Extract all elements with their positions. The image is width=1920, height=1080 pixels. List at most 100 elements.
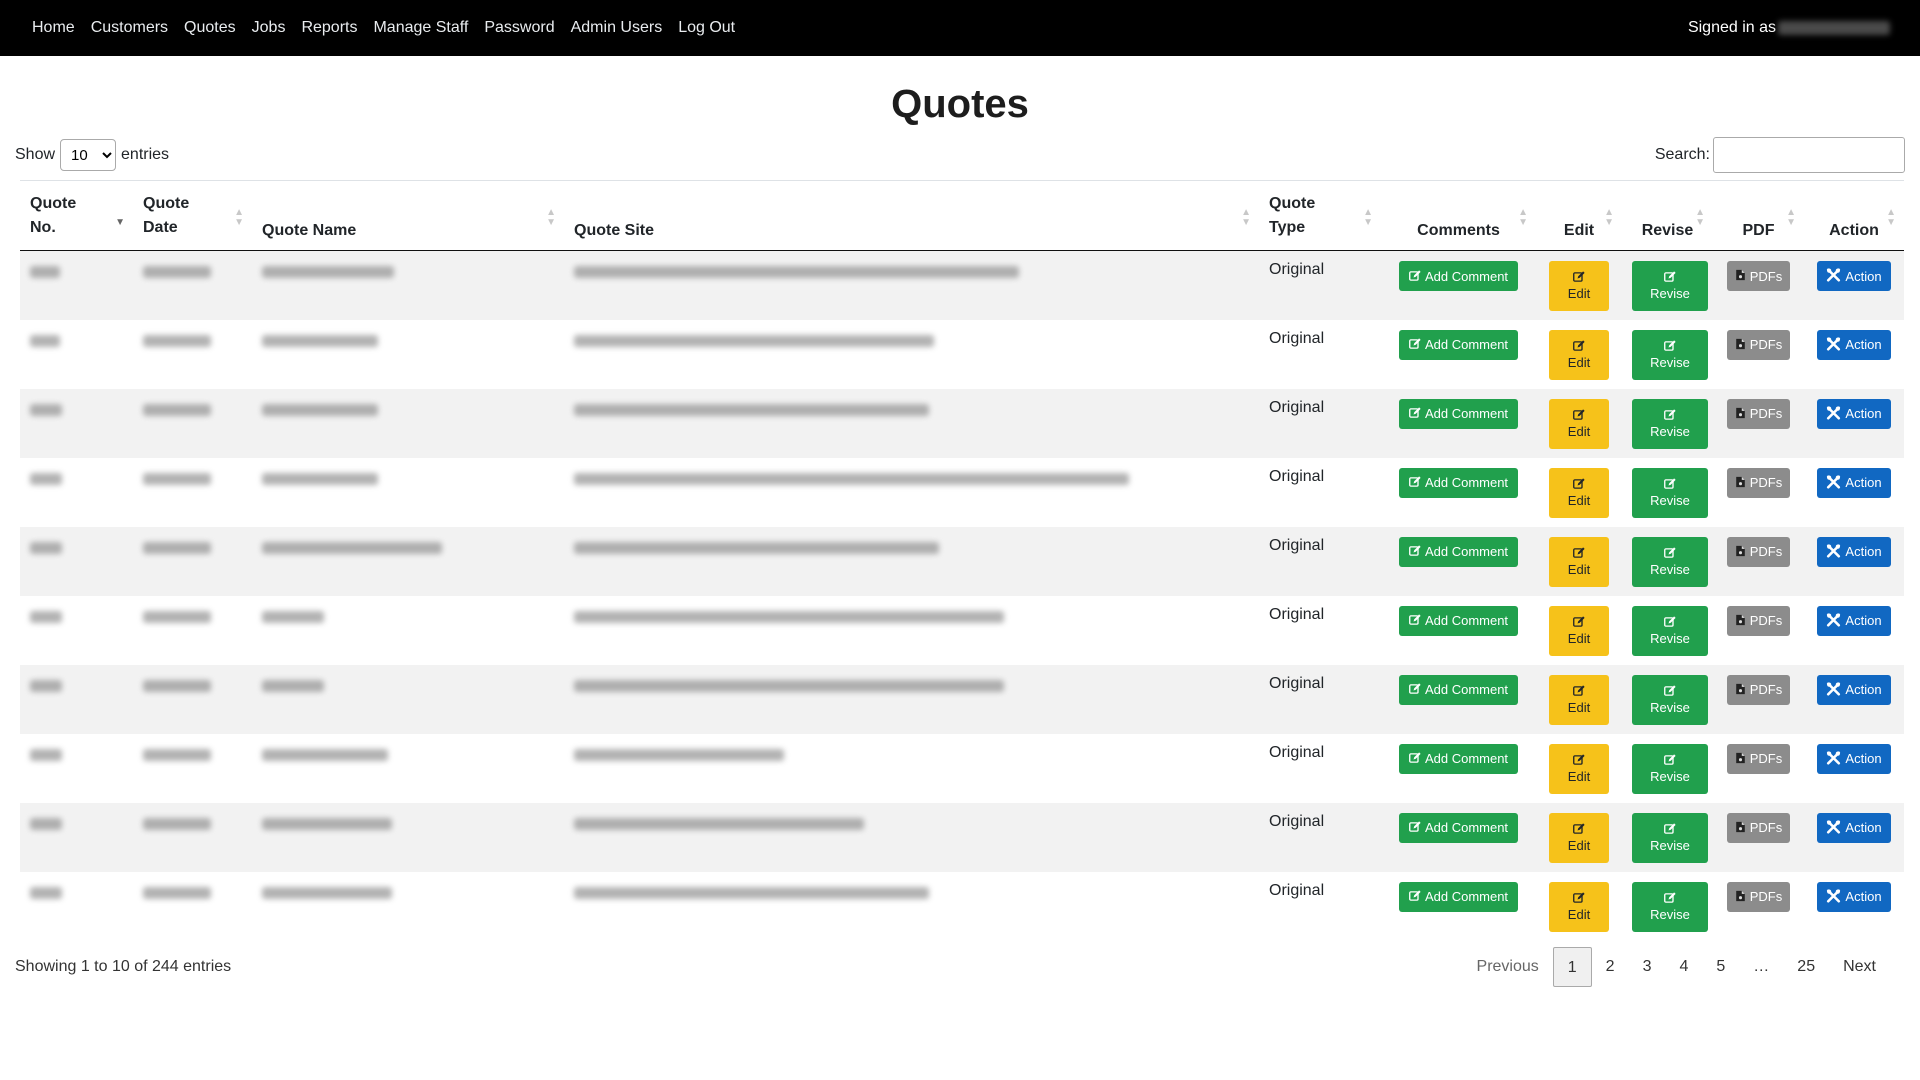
action-button[interactable]: Action — [1817, 881, 1891, 912]
column-header-quote-site[interactable]: Quote Site ▲ ▼ — [564, 180, 1259, 251]
quote-site-cell — [564, 803, 1259, 872]
revise-button[interactable]: Revise — [1632, 329, 1708, 380]
edit-button[interactable]: Edit — [1549, 605, 1609, 656]
table-footer: Showing 1 to 10 of 244 entries Previous … — [0, 946, 1920, 987]
action-button[interactable]: Action — [1817, 743, 1891, 774]
edit-button[interactable]: Edit — [1549, 812, 1609, 863]
pagination-previous[interactable]: Previous — [1463, 947, 1553, 987]
nav-reports[interactable]: Reports — [301, 19, 357, 37]
pdfs-button[interactable]: PDFs — [1726, 605, 1791, 636]
nav-manage-staff[interactable]: Manage Staff — [373, 19, 468, 37]
pdfs-button[interactable]: PDFs — [1726, 743, 1791, 774]
revise-button[interactable]: Revise — [1632, 605, 1708, 656]
action-cell: Action — [1804, 596, 1904, 665]
pencil-square-icon — [1664, 339, 1676, 353]
column-header-pdf[interactable]: PDF ▲ ▼ — [1713, 180, 1804, 251]
pdfs-button[interactable]: PDFs — [1726, 536, 1791, 567]
pdfs-button[interactable]: PDFs — [1726, 261, 1791, 291]
action-button[interactable]: Action — [1817, 398, 1891, 429]
quote-type-cell: Original — [1259, 734, 1381, 803]
revise-button[interactable]: Revise — [1632, 812, 1708, 863]
action-button[interactable]: Action — [1817, 467, 1891, 498]
quote-date-cell — [133, 251, 252, 320]
column-header-quote-type[interactable]: Quote Type ▲ ▼ — [1259, 180, 1381, 251]
nav-password[interactable]: Password — [484, 19, 554, 37]
action-button[interactable]: Action — [1817, 605, 1891, 636]
add-comment-button[interactable]: Add Comment — [1398, 812, 1519, 843]
nav-customers[interactable]: Customers — [91, 19, 168, 37]
nav-jobs[interactable]: Jobs — [252, 19, 286, 37]
column-header-quote-name[interactable]: Quote Name ▲ ▼ — [252, 180, 564, 251]
action-button[interactable]: Action — [1817, 674, 1891, 705]
column-header-comments[interactable]: Comments ▲ ▼ — [1381, 180, 1536, 251]
edit-button[interactable]: Edit — [1549, 881, 1609, 932]
add-comment-button[interactable]: Add Comment — [1398, 881, 1519, 912]
add-comment-button[interactable]: Add Comment — [1398, 674, 1519, 705]
add-comment-button[interactable]: Add Comment — [1398, 261, 1519, 291]
action-button[interactable]: Action — [1817, 812, 1891, 843]
edit-button[interactable]: Edit — [1549, 329, 1609, 380]
add-comment-button[interactable]: Add Comment — [1398, 467, 1519, 498]
nav-admin-users[interactable]: Admin Users — [571, 19, 663, 37]
pagination-page-1[interactable]: 1 — [1552, 946, 1592, 987]
redacted-text — [143, 334, 211, 347]
pagination-page-25[interactable]: 25 — [1783, 947, 1829, 987]
add-comment-label: Add Comment — [1424, 889, 1509, 904]
nav-home[interactable]: Home — [32, 19, 75, 37]
add-comment-button[interactable]: Add Comment — [1398, 605, 1519, 636]
search-input[interactable] — [1713, 137, 1905, 173]
pdfs-button[interactable]: PDFs — [1726, 329, 1791, 360]
edit-button[interactable]: Edit — [1549, 261, 1609, 311]
revise-button[interactable]: Revise — [1632, 674, 1708, 725]
add-comment-button[interactable]: Add Comment — [1398, 743, 1519, 774]
pagination-page-2[interactable]: 2 — [1592, 947, 1629, 987]
edit-button[interactable]: Edit — [1549, 536, 1609, 587]
revise-button[interactable]: Revise — [1632, 398, 1708, 449]
column-header-quote-date[interactable]: Quote Date ▲ ▼ — [133, 180, 252, 251]
entries-per-page-select[interactable]: 10 — [60, 139, 117, 171]
revise-button[interactable]: Revise — [1632, 261, 1708, 311]
edit-button[interactable]: Edit — [1549, 398, 1609, 449]
pagination-page-5[interactable]: 5 — [1702, 947, 1739, 987]
edit-button[interactable]: Edit — [1549, 467, 1609, 518]
nav-quotes[interactable]: Quotes — [184, 19, 236, 37]
column-header-revise[interactable]: Revise ▲ ▼ — [1622, 180, 1713, 251]
pdfs-button[interactable]: PDFs — [1726, 674, 1791, 705]
add-comment-label: Add Comment — [1424, 682, 1509, 697]
redacted-text — [143, 541, 211, 554]
revise-button[interactable]: Revise — [1632, 881, 1708, 932]
pdfs-button[interactable]: PDFs — [1726, 881, 1791, 912]
pagination-page-4[interactable]: 4 — [1665, 947, 1702, 987]
column-header-edit[interactable]: Edit ▲ ▼ — [1536, 180, 1622, 251]
pdfs-button[interactable]: PDFs — [1726, 812, 1791, 843]
column-header-quote-no[interactable]: Quote No. ▼ — [20, 180, 133, 251]
add-comment-button[interactable]: Add Comment — [1398, 329, 1519, 360]
quote-type-cell: Original — [1259, 872, 1381, 941]
edit-button[interactable]: Edit — [1549, 674, 1609, 725]
revise-cell: Revise — [1622, 596, 1713, 665]
file-pdf-icon — [1735, 614, 1746, 628]
action-button[interactable]: Action — [1817, 536, 1891, 567]
add-comment-button[interactable]: Add Comment — [1398, 398, 1519, 429]
pencil-square-icon — [1409, 752, 1421, 765]
redacted-text — [143, 266, 211, 278]
action-button[interactable]: Action — [1817, 329, 1891, 360]
revise-button[interactable]: Revise — [1632, 536, 1708, 587]
action-cell: Action — [1804, 251, 1904, 320]
action-button[interactable]: Action — [1817, 261, 1891, 291]
pencil-square-icon — [1664, 477, 1676, 491]
pdfs-button[interactable]: PDFs — [1726, 467, 1791, 498]
column-header-action[interactable]: Action ▲ ▼ — [1804, 180, 1904, 251]
revise-button[interactable]: Revise — [1632, 743, 1708, 794]
revise-button[interactable]: Revise — [1632, 467, 1708, 518]
add-comment-button[interactable]: Add Comment — [1398, 536, 1519, 567]
edit-label: Edit — [1567, 768, 1591, 784]
column-header-label: Comments — [1417, 222, 1500, 239]
pagination-next[interactable]: Next — [1829, 947, 1890, 987]
pagination-page-3[interactable]: 3 — [1629, 947, 1666, 987]
table-row: Original Add Comment Edit Revise PDFs Action — [20, 250, 1904, 320]
quote-type-cell: Original — [1259, 527, 1381, 596]
pdfs-button[interactable]: PDFs — [1726, 398, 1791, 429]
nav-log-out[interactable]: Log Out — [678, 19, 735, 37]
edit-button[interactable]: Edit — [1549, 743, 1609, 794]
